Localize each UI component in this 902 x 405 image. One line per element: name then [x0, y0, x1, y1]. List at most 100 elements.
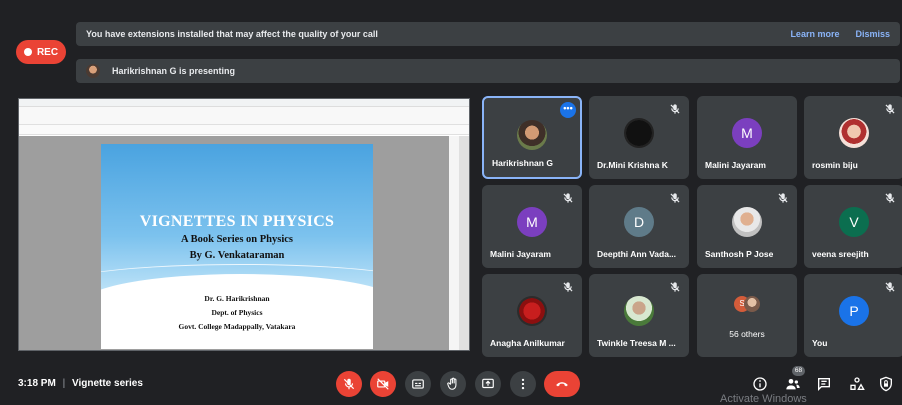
presenting-text: Harikrishnan G is presenting — [112, 66, 236, 76]
participant-tile[interactable]: Vveena sreejith — [804, 185, 902, 268]
captions-button[interactable] — [405, 371, 431, 397]
participant-tile[interactable]: P You — [804, 274, 902, 357]
separator: | — [62, 378, 66, 389]
participant-avatar-photo — [624, 118, 654, 148]
participant-tile[interactable]: Santhosh P Jose — [697, 185, 797, 268]
presenting-bar: Harikrishnan G is presenting — [76, 59, 900, 83]
participant-name: Malini Jayaram — [490, 249, 551, 259]
participant-tile[interactable]: Harikrishnan G ••• — [482, 96, 582, 179]
participant-tile[interactable]: D Deepthi Ann Vada... — [589, 185, 689, 268]
muted-mic-icon — [668, 280, 682, 294]
people-button[interactable] — [784, 375, 802, 393]
record-dot-icon — [23, 48, 32, 56]
people-icon — [786, 379, 800, 390]
muted-mic-icon — [561, 280, 575, 294]
slide-subtitle: A Book Series on Physics — [180, 234, 293, 245]
extensions-banner: You have extensions installed that may a… — [76, 22, 900, 46]
present-screen-icon — [482, 378, 494, 389]
participant-avatar-letter: D — [624, 207, 654, 237]
muted-mic-icon — [883, 191, 897, 205]
participant-tile[interactable]: M Malini Jayaram — [482, 185, 582, 268]
info-icon — [753, 377, 767, 391]
slide-title: VIGNETTES IN PHYSICS — [139, 213, 335, 230]
host-controls-button[interactable] — [877, 375, 895, 393]
participant-tile[interactable]: M Malini Jayaram — [697, 96, 797, 179]
activities-button[interactable] — [848, 375, 866, 393]
shared-window-titlebar — [19, 99, 469, 107]
shared-screen: VIGNETTES IN PHYSICS A Book Series on Ph… — [18, 98, 470, 351]
participant-name: Twinkle Treesa M ... — [597, 338, 676, 348]
shared-window-toolbar-2 — [19, 125, 469, 135]
participant-name: 56 others — [729, 329, 765, 339]
presentation-slide: VIGNETTES IN PHYSICS A Book Series on Ph… — [101, 144, 373, 349]
hand-icon — [447, 377, 457, 390]
participant-tile[interactable]: Dr.Mini Krishna K — [589, 96, 689, 179]
camera-off-icon — [377, 378, 389, 390]
people-count-badge: 68 — [792, 366, 805, 376]
participant-avatar-letter: V — [839, 207, 869, 237]
participant-tile[interactable]: S 56 others — [697, 274, 797, 357]
participant-name: You — [812, 338, 828, 348]
participant-name: Malini Jayaram — [705, 160, 766, 170]
clock-time: 3:18 PM — [18, 378, 56, 389]
banner-message: You have extensions installed that may a… — [86, 29, 378, 39]
shield-lock-icon — [880, 376, 892, 392]
activate-windows-watermark: Activate Windows — [720, 393, 807, 405]
others-avatar-photo — [744, 296, 760, 312]
leave-call-button[interactable] — [544, 371, 580, 397]
muted-mic-icon — [668, 102, 682, 116]
activities-icon — [850, 377, 865, 390]
muted-mic-icon — [883, 102, 897, 116]
more-vert-icon — [521, 378, 525, 390]
learn-more-link[interactable]: Learn more — [790, 29, 839, 39]
more-options-button[interactable] — [510, 371, 536, 397]
microphone-button[interactable] — [336, 371, 362, 397]
participant-name: Anagha Anilkumar — [490, 338, 565, 348]
participant-name: Santhosh P Jose — [705, 249, 774, 259]
participant-name: rosmin biju — [812, 160, 858, 170]
tools-panel — [449, 136, 459, 350]
recording-label: REC — [36, 46, 59, 58]
present-button[interactable] — [475, 371, 501, 397]
shared-scrollbar — [459, 136, 469, 350]
muted-mic-icon — [668, 191, 682, 205]
camera-button[interactable] — [370, 371, 396, 397]
slide-byline: By G. Venkataraman — [189, 250, 285, 261]
participant-avatar-photo — [839, 118, 869, 148]
muted-mic-icon — [883, 280, 897, 294]
raise-hand-button[interactable] — [440, 371, 466, 397]
participant-tile[interactable]: Anagha Anilkumar — [482, 274, 582, 357]
participant-name: veena sreejith — [812, 249, 869, 259]
shared-window-toolbar — [19, 115, 469, 125]
participant-tile[interactable]: Twinkle Treesa M ... — [589, 274, 689, 357]
chat-icon — [818, 378, 830, 391]
chat-button[interactable] — [815, 375, 833, 393]
slide-author: Dr. G. Harikrishnan — [204, 294, 270, 303]
meeting-details-button[interactable] — [751, 375, 769, 393]
dismiss-button[interactable]: Dismiss — [855, 29, 890, 39]
meeting-info: 3:18 PM | Vignette series — [18, 378, 143, 389]
mic-off-icon — [343, 378, 355, 390]
others-avatar-stack: S — [734, 296, 760, 312]
captions-icon — [412, 379, 424, 389]
participant-avatar-letter: M — [517, 207, 547, 237]
participant-avatar-photo — [624, 296, 654, 326]
participant-avatar-photo — [517, 296, 547, 326]
shared-window-menubar — [19, 107, 469, 115]
tile-more-options-button[interactable]: ••• — [560, 102, 576, 118]
recording-indicator: REC — [16, 40, 66, 64]
muted-mic-icon — [776, 191, 790, 205]
participant-avatar-photo — [517, 120, 547, 150]
presenter-avatar — [86, 64, 100, 78]
hang-up-icon — [556, 382, 568, 387]
document-area: VIGNETTES IN PHYSICS A Book Series on Ph… — [19, 136, 469, 350]
participant-name: Harikrishnan G — [492, 158, 553, 168]
participant-avatar-photo — [732, 207, 762, 237]
slide-college: Govt. College Madappally, Vatakara — [178, 322, 296, 331]
participant-name: Deepthi Ann Vada... — [597, 249, 677, 259]
participant-name: Dr.Mini Krishna K — [597, 160, 668, 170]
participant-tile[interactable]: rosmin biju — [804, 96, 902, 179]
participant-avatar-letter: M — [732, 118, 762, 148]
slide-dept: Dept. of Physics — [211, 308, 263, 317]
meeting-name[interactable]: Vignette series — [72, 378, 143, 389]
